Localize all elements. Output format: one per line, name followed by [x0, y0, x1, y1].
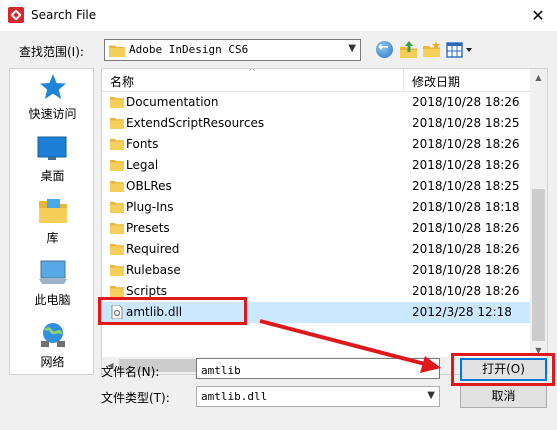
place-label: 此电脑 — [34, 293, 71, 307]
desktop-icon — [37, 136, 67, 160]
file-date: 2018/10/28 18:25 — [412, 116, 520, 130]
file-name: Plug-Ins — [126, 200, 174, 214]
file-name: Presets — [126, 221, 170, 235]
file-date: 2018/10/28 18:26 — [412, 284, 520, 298]
back-arrow-icon — [376, 40, 393, 58]
title-bar: Search File ✕ — [0, 0, 557, 31]
new-folder-icon — [423, 41, 440, 57]
file-name: ExtendScriptResources — [126, 116, 265, 130]
table-row[interactable]: Rulebase 2018/10/28 18:26 — [102, 260, 532, 281]
file-list: ^ 名称 修改日期 Documentation 2018/10/28 18:26 E… — [101, 68, 548, 375]
table-row[interactable]: Required 2018/10/28 18:26 — [102, 239, 532, 260]
look-in-label: 查找范围(I): — [19, 45, 84, 59]
file-date: 2012/3/28 12:18 — [412, 305, 512, 319]
cancel-button[interactable]: 取消 — [460, 385, 547, 408]
folder-icon — [110, 265, 124, 276]
place-quick-access[interactable]: 快速访问 — [10, 69, 95, 129]
place-label: 库 — [46, 231, 59, 245]
sort-ascending-icon: ^ — [248, 68, 257, 78]
table-row[interactable]: Presets 2018/10/28 18:26 — [102, 218, 532, 239]
file-name: OBLRes — [126, 179, 172, 193]
file-name: Required — [126, 242, 180, 256]
file-date: 2018/10/28 18:26 — [412, 137, 520, 151]
table-row[interactable]: Legal 2018/10/28 18:26 — [102, 155, 532, 176]
computer-icon — [39, 260, 67, 284]
chevron-down-icon: ▼ — [348, 43, 356, 54]
folder-icon — [110, 223, 124, 234]
folder-icon — [110, 118, 124, 129]
up-folder-icon — [400, 41, 417, 58]
chevron-down-icon: ▼ — [427, 390, 435, 401]
file-name: Rulebase — [126, 263, 181, 277]
filename-label: 文件名(N): — [101, 365, 160, 379]
app-icon — [8, 7, 24, 23]
column-name-label: 名称 — [110, 75, 135, 89]
folder-icon — [109, 45, 125, 57]
folder-icon — [110, 181, 124, 192]
file-date: 2018/10/28 18:26 — [412, 221, 520, 235]
column-header-row: ^ 名称 修改日期 — [102, 69, 532, 92]
table-row[interactable]: Fonts 2018/10/28 18:26 — [102, 134, 532, 155]
file-date: 2018/10/28 18:26 — [412, 263, 520, 277]
column-name-header[interactable]: ^ 名称 — [102, 69, 404, 92]
look-in-value: Adobe InDesign CS6 — [129, 43, 249, 56]
place-network[interactable]: 网络 — [10, 317, 95, 377]
close-button[interactable]: ✕ — [527, 5, 549, 27]
star-icon — [40, 74, 66, 99]
filetype-label: 文件类型(T): — [101, 391, 170, 405]
folder-icon — [110, 244, 124, 255]
column-date-label: 修改日期 — [412, 75, 461, 89]
file-date: 2018/10/28 18:26 — [412, 242, 520, 256]
place-label: 快速访问 — [28, 107, 77, 121]
folder-icon — [110, 160, 124, 171]
library-icon — [39, 199, 67, 223]
file-date: 2018/10/28 18:26 — [412, 95, 520, 109]
place-library[interactable]: 库 — [10, 193, 95, 253]
view-grid-icon — [446, 42, 472, 58]
dialog-body: 查找范围(I): Adobe InDesign CS6 ▼ ← 快速访问 桌面 … — [0, 31, 557, 430]
view-menu-button[interactable] — [445, 39, 475, 61]
folder-icon — [110, 139, 124, 150]
filetype-select[interactable]: amtlib.dll ▼ — [196, 386, 440, 407]
folder-icon — [110, 202, 124, 213]
new-folder-button[interactable] — [421, 39, 443, 61]
file-date: 2018/10/28 18:18 — [412, 200, 520, 214]
highlight-box-open — [451, 353, 555, 386]
look-in-combo[interactable]: Adobe InDesign CS6 ▼ — [104, 39, 361, 61]
file-date: 2018/10/28 18:26 — [412, 158, 520, 172]
file-name: Documentation — [126, 95, 219, 109]
table-row[interactable]: OBLRes 2018/10/28 18:25 — [102, 176, 532, 197]
table-row[interactable]: ExtendScriptResources 2018/10/28 18:25 — [102, 113, 532, 134]
file-name: Legal — [126, 158, 159, 172]
filetype-value: amtlib.dll — [201, 390, 268, 403]
column-date-header[interactable]: 修改日期 — [405, 69, 532, 92]
folder-icon — [110, 286, 124, 297]
window-title: Search File — [31, 8, 97, 22]
network-icon — [41, 323, 65, 347]
filename-input[interactable] — [196, 358, 440, 379]
table-row[interactable]: Documentation 2018/10/28 18:26 — [102, 92, 532, 113]
place-this-pc[interactable]: 此电脑 — [10, 255, 95, 315]
place-label: 网络 — [40, 355, 65, 369]
table-row[interactable]: Plug-Ins 2018/10/28 18:18 — [102, 197, 532, 218]
highlight-box-file — [98, 297, 247, 325]
file-date: 2018/10/28 18:25 — [412, 179, 520, 193]
back-button[interactable] — [374, 39, 396, 61]
vertical-scrollbar[interactable]: ▲ ▼ — [530, 69, 547, 359]
places-bar: 快速访问 桌面 库 此电脑 网络 — [9, 68, 94, 375]
file-name: Fonts — [126, 137, 159, 151]
scroll-up-icon[interactable]: ▲ — [530, 69, 547, 86]
folder-icon — [110, 97, 124, 108]
file-name: Scripts — [126, 284, 168, 298]
place-desktop[interactable]: 桌面 — [10, 131, 95, 191]
scroll-thumb[interactable] — [532, 189, 545, 341]
place-label: 桌面 — [40, 169, 65, 183]
up-folder-button[interactable] — [398, 39, 420, 61]
